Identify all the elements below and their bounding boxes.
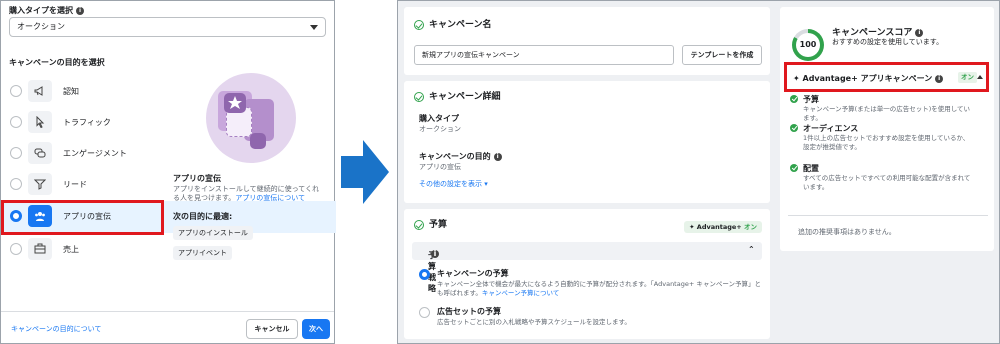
chip-app-event: アプリイベント <box>173 246 232 260</box>
budget-panel: 予算 ✦ Advantage+ オン 予算戦略i⌃ キャンペーンの予算 キャンペ… <box>404 209 770 339</box>
advantage-badge: ✦ Advantage+ オン <box>684 221 762 233</box>
cursor-icon <box>28 111 52 133</box>
budget-title: 予算 <box>414 217 447 230</box>
purchase-type-value: オークション <box>419 125 461 133</box>
divider <box>1 311 334 312</box>
radio-selected[interactable] <box>419 269 430 280</box>
radio[interactable] <box>10 147 22 159</box>
radio[interactable] <box>419 307 430 318</box>
check-circle-icon <box>414 219 424 230</box>
item-description: すべての広告セットですべての利用可能な配置が含まれています。 <box>803 174 971 191</box>
megaphone-icon <box>28 80 52 102</box>
no-recommendations-text: 追加の推奨事項はありません。 <box>798 228 896 236</box>
advantage-app-campaign-row[interactable]: ✦ Advantage+ アプリキャンペーン i オン <box>784 62 989 92</box>
check-icon <box>790 124 798 132</box>
about-objectives-link[interactable]: キャンペーンの目的について <box>11 324 101 334</box>
create-template-button[interactable]: テンプレートを作成 <box>682 45 762 65</box>
option-description: キャンペーン全体で機会が最大になるよう自動的に予算が配分されます。「Advant… <box>437 280 762 297</box>
item-description: 1件以上の広告セットでおすすめ設定を使用しているか、設定が推奨値です。 <box>803 134 970 151</box>
info-icon[interactable]: i <box>76 6 84 15</box>
campaign-name-title: キャンペーン名 <box>414 17 492 30</box>
campaign-score-panel: 100 キャンペーンスコア i おすすめの設定を使用しています。 ✦ Advant… <box>780 7 994 251</box>
check-icon <box>790 164 798 172</box>
campaign-name-panel: キャンペーン名 新規アプリの宣伝キャンペーン テンプレートを作成 <box>404 7 770 75</box>
item-title: 配置 <box>803 164 819 173</box>
purchase-type-select[interactable]: オークション <box>9 17 326 37</box>
option-title: 広告セットの予算 <box>437 307 501 316</box>
check-icon <box>790 95 798 103</box>
campaign-budget-link[interactable]: キャンペーン予算について <box>482 289 559 297</box>
objective-value: アプリの宣伝 <box>419 163 461 171</box>
app-promotion-illustration <box>206 73 296 163</box>
objective-dialog: 購入タイプを選択 i オークション キャンペーンの目的を選択 認知 トラフィック … <box>0 0 336 344</box>
campaign-settings: キャンペーン名 新規アプリの宣伝キャンペーン テンプレートを作成 キャンペーン詳… <box>397 0 1000 344</box>
briefcase-icon <box>28 238 52 260</box>
item-title: オーディエンス <box>803 124 859 133</box>
info-icon[interactable]: i <box>915 28 924 37</box>
screenshot: 購入タイプを選択 i オークション キャンペーンの目的を選択 認知 トラフィック … <box>0 0 1000 344</box>
objective-sales[interactable]: 売上 <box>1 234 336 264</box>
filter-icon <box>28 173 52 195</box>
score-subtitle: おすすめの設定を使用しています。 <box>832 38 944 46</box>
on-badge: オン <box>958 72 977 83</box>
option-description: 広告セットごとに別の入札戦略や予算スケジュールを設定します。 <box>437 318 631 326</box>
budget-strategy-header[interactable]: 予算戦略i⌃ <box>412 242 762 293</box>
check-circle-icon <box>414 19 424 30</box>
radio[interactable] <box>10 85 22 97</box>
objective-label-traffic: トラフィック <box>63 118 111 127</box>
chat-bubbles-icon <box>28 142 52 164</box>
objective-label-awareness: 認知 <box>63 87 79 96</box>
next-button[interactable]: 次へ <box>302 319 330 339</box>
app-promotion-link[interactable]: アプリの宣伝について <box>235 194 305 202</box>
score-gauge: 100 <box>792 29 824 61</box>
purchase-type-label: 購入タイプ <box>419 114 459 123</box>
info-icon[interactable]: i <box>431 250 439 258</box>
best-for-label: 次の目的に最適: <box>173 212 233 221</box>
chevron-down-icon <box>310 25 318 30</box>
campaign-name-input[interactable]: 新規アプリの宣伝キャンペーン <box>414 45 674 65</box>
item-description: キャンペーン予算(または単一の広告セット)を使用しています。 <box>803 105 971 122</box>
objective-label-engagement: エンゲージメント <box>63 149 127 158</box>
objective-label-sales: 売上 <box>63 245 79 254</box>
item-title: 予算 <box>803 95 819 104</box>
option-title: キャンペーンの予算 <box>437 269 509 278</box>
app-promotion-description: アプリをインストールして継続的に使ってくれる人を見つけます。アプリの宣伝について <box>173 185 320 202</box>
info-icon[interactable]: i <box>935 74 944 83</box>
app-promotion-title: アプリの宣伝 <box>173 174 221 183</box>
chevron-up-icon: ⌃ <box>748 245 755 254</box>
radio[interactable] <box>10 116 22 128</box>
radio[interactable] <box>10 243 22 255</box>
objective-label: キャンペーンの目的 i <box>419 151 502 162</box>
more-settings-link[interactable]: その他の設定を表示 ▾ <box>419 179 488 189</box>
chip-app-install: アプリのインストール <box>173 226 253 240</box>
right-arrow-icon <box>341 140 389 204</box>
divider <box>788 215 988 216</box>
objective-label-leads: リード <box>63 180 87 189</box>
highlight-box <box>1 200 164 235</box>
info-icon[interactable]: i <box>493 152 502 161</box>
score-value: 100 <box>796 33 820 57</box>
campaign-details-panel: キャンペーン詳細 購入タイプ オークション キャンペーンの目的 i アプリの宣伝 … <box>404 81 770 203</box>
check-circle-icon <box>414 91 424 102</box>
campaign-details-title: キャンペーン詳細 <box>414 89 501 102</box>
cancel-button[interactable]: キャンセル <box>246 319 298 339</box>
advantage-label: ✦ Advantage+ アプリキャンペーン i <box>793 73 944 84</box>
chevron-up-icon[interactable] <box>977 75 983 79</box>
purchase-type-label: 購入タイプを選択 i <box>9 5 84 16</box>
radio[interactable] <box>10 178 22 190</box>
objective-label: キャンペーンの目的を選択 <box>9 58 105 67</box>
